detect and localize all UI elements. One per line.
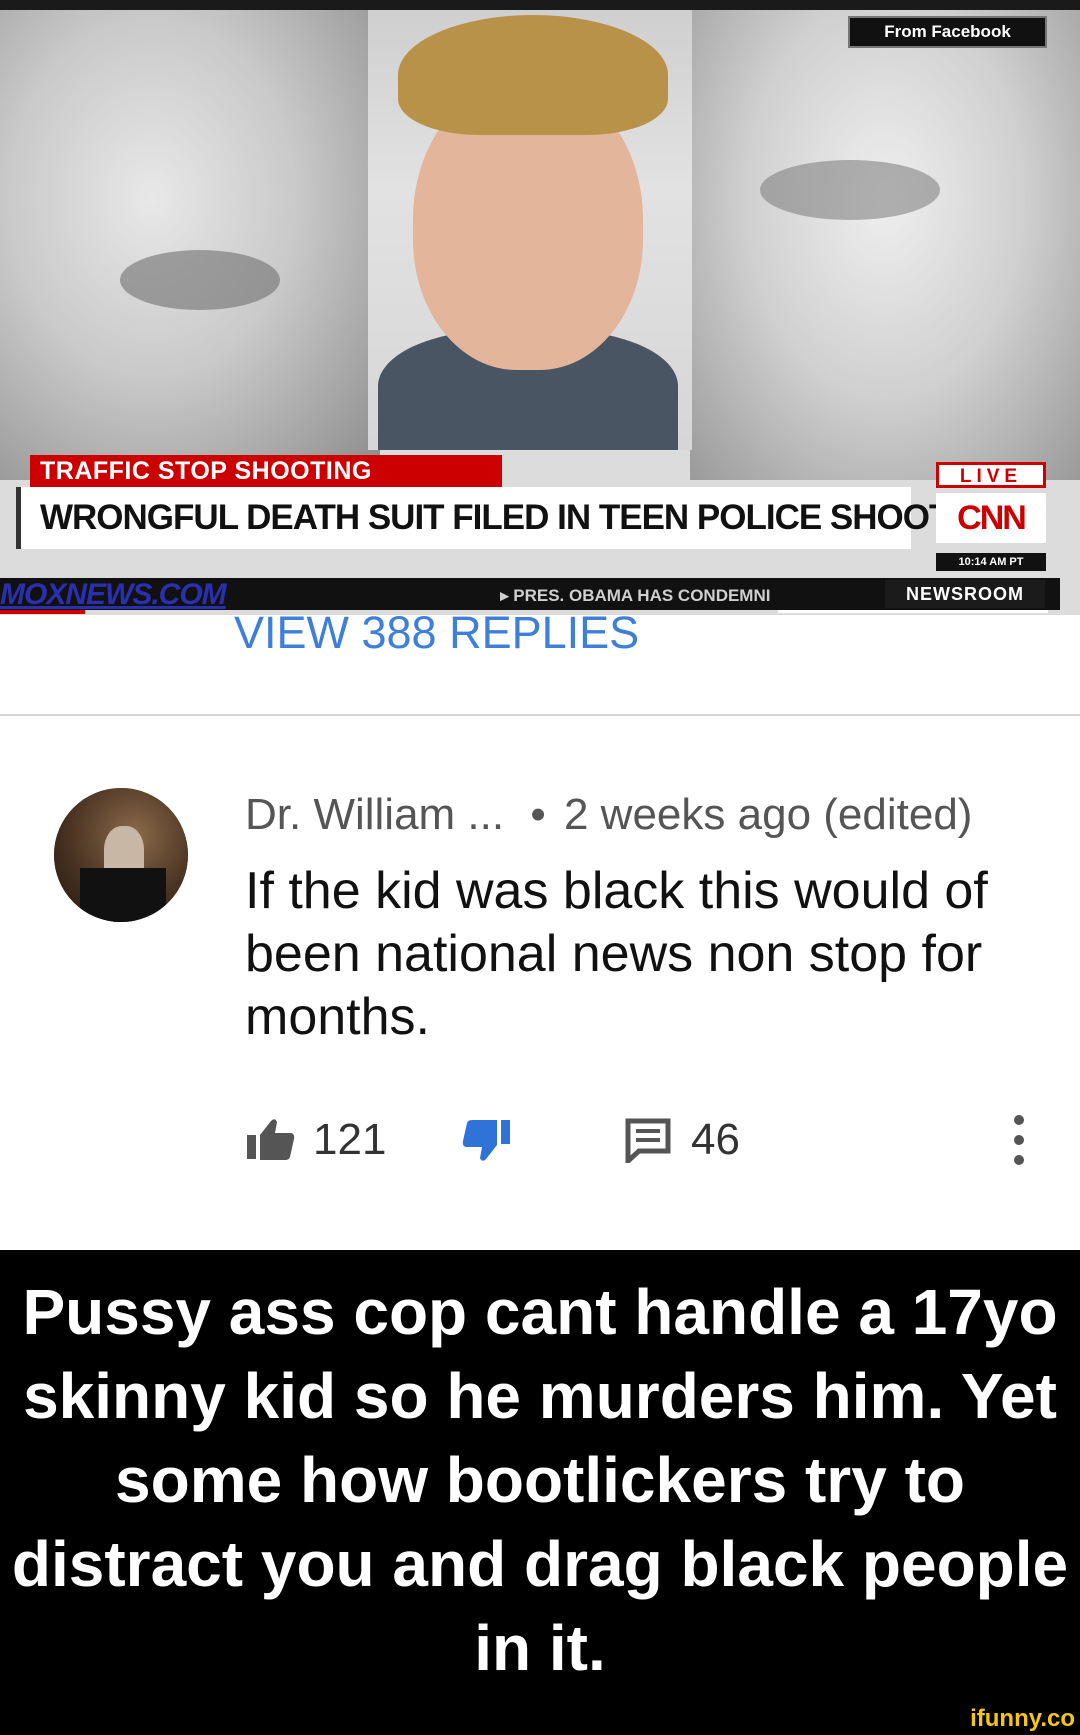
dislike-button[interactable] [460,1112,512,1168]
reply-button[interactable]: 46 [625,1112,740,1168]
comment-age: 2 weeks ago (edited) [563,790,973,839]
comment-meta: Dr. William ... • 2 weeks ago (edited) [245,790,1045,840]
kicker-banner: TRAFFIC STOP SHOOTING [30,455,502,488]
kebab-dot [1014,1115,1024,1125]
hair-shape [398,15,668,135]
reply-count: 46 [691,1115,740,1164]
kebab-dot [1014,1155,1024,1165]
blurred-eye-right [760,160,940,220]
thumbs-up-icon [247,1119,295,1160]
ticker-text: ▸ PRES. OBAMA HAS CONDEMNI [500,586,771,605]
divider [0,714,1080,716]
comment-actions: 121 46 [245,1112,1055,1168]
cnn-logo: CNN [936,493,1046,543]
from-facebook-badge: From Facebook [848,16,1047,48]
like-button[interactable]: 121 [245,1112,386,1168]
moxnews-watermark: MOXNEWS.COM [0,580,227,610]
blurred-eye-left [120,250,280,310]
avatar[interactable] [54,788,188,922]
headline: WRONGFUL DEATH SUIT FILED IN TEEN POLICE… [40,498,1010,537]
blurred-face-right [690,10,1080,480]
caption-text: Pussy ass cop cant handle a 17yo skinny … [11,1276,1069,1684]
ifunny-watermark: ifunny.co [970,1705,1075,1732]
comment-text: If the kid was black this would of been … [245,862,988,1046]
avatar-podium [80,868,166,922]
newsroom-label: NEWSROOM [885,580,1045,608]
thumbs-down-icon [462,1120,510,1161]
live-badge: LIVE [936,462,1046,488]
meta-separator: • [530,790,546,839]
like-count: 121 [313,1115,387,1164]
comment-author[interactable]: Dr. William ... [245,790,504,839]
red-accent-line [0,610,85,614]
kebab-dot [1014,1135,1024,1145]
comment-icon [625,1118,671,1163]
top-bar [0,0,1080,10]
more-options-icon[interactable] [1006,1115,1032,1165]
teen-photo [368,10,692,450]
time-stamp: 10:14 AM PT [936,553,1046,571]
blurred-face-left [0,10,380,480]
news-screenshot: From Facebook TRAFFIC STOP SHOOTING WRON… [0,0,1080,615]
view-replies-link[interactable]: VIEW 388 REPLIES [234,608,834,658]
